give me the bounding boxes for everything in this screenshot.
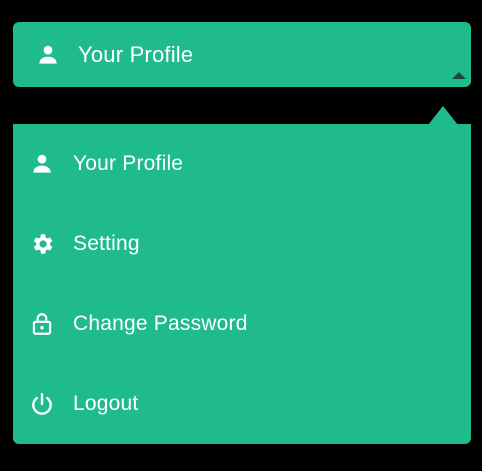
profile-dropdown: Your Profile Your Profile Setting Change… <box>0 0 482 471</box>
menu-item-your-profile[interactable]: Your Profile <box>13 124 471 204</box>
menu-item-label: Change Password <box>73 312 248 335</box>
person-icon <box>35 42 61 68</box>
menu-item-label: Logout <box>73 392 139 415</box>
menu-item-label: Your Profile <box>73 152 184 175</box>
profile-dropdown-trigger[interactable]: Your Profile <box>13 22 471 87</box>
dropdown-menu: Your Profile Setting Change Password Log… <box>13 124 471 444</box>
power-icon <box>29 391 55 417</box>
unlock-icon <box>29 311 55 337</box>
menu-pointer <box>428 106 458 125</box>
menu-item-logout[interactable]: Logout <box>13 364 471 444</box>
menu-item-setting[interactable]: Setting <box>13 204 471 284</box>
gear-icon <box>29 231 55 257</box>
menu-item-change-password[interactable]: Change Password <box>13 284 471 364</box>
menu-item-label: Setting <box>73 232 140 255</box>
trigger-label: Your Profile <box>78 42 194 67</box>
caret-up-icon <box>452 72 466 79</box>
person-icon <box>29 151 55 177</box>
